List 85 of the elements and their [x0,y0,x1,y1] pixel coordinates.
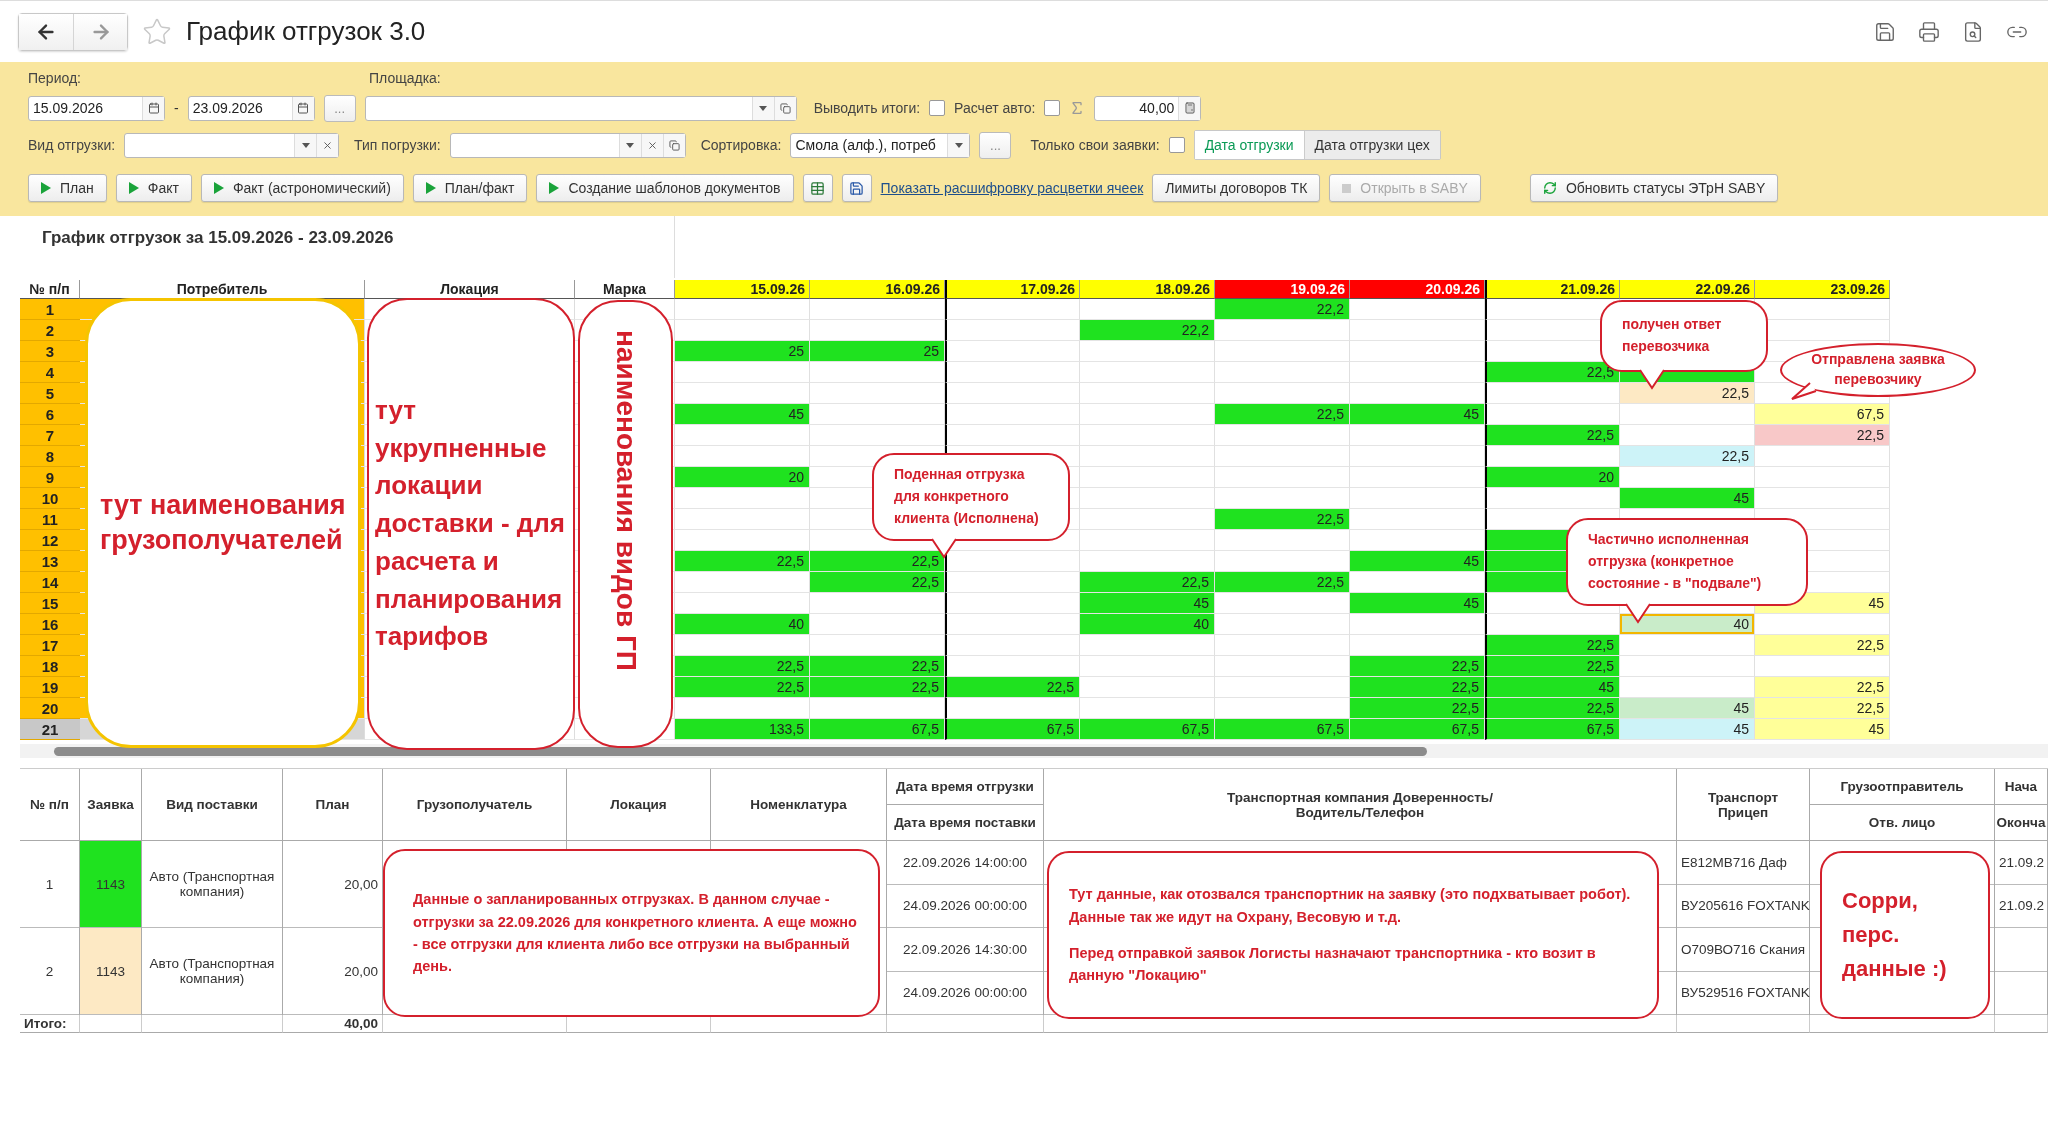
table-cell: 2 [20,928,79,1015]
total-label: Итого: [20,1015,80,1033]
column-header: Дата время отгрузки [887,769,1043,805]
column-header: Дата время поставки [887,805,1043,841]
own-only-label: Только свои заявки: [1030,137,1160,153]
column-header: Номенклатура [711,769,886,841]
row-number: 15 [20,593,80,614]
column-header: № п/п [20,280,80,299]
table-cell: 22.09.2026 14:30:00 [887,928,1043,972]
date-header: 17.09.26 [945,280,1080,299]
callout-tooltip: Частично исполненная отгрузка (конкретное состояние - в "подвале") [1566,518,1808,606]
column-header: Отв. лицо [1810,805,1994,841]
column-header: Нача [1995,769,2047,805]
report-title: График отгрузок за 15.09.2026 - 23.09.2026 [20,216,675,278]
column-header: Оконча [1995,805,2047,841]
column-header: Грузополучатель [383,769,566,841]
row-number: 17 [20,635,80,656]
column-header: Транспорт Прицеп [1677,769,1809,841]
date-header: 19.09.26 [1215,280,1350,299]
row-number: 7 [20,425,80,446]
sort-label: Сортировка: [700,137,782,153]
column-header: Транспортная компания Доверенность/Водитель/Телефон [1044,769,1676,841]
auto-calc-label: Расчет авто: [954,100,1036,116]
row-number: 19 [20,677,80,698]
row-number: 3 [20,341,80,362]
row-number: 5 [20,383,80,404]
callout-tooltip: тут наименования грузополучателей [85,298,361,748]
date-header: 23.09.26 [1755,280,1890,299]
column-header: Потребитель [80,280,365,299]
column-header: План [283,769,382,841]
callout-tooltip: Поденная отгрузка для конкретного клиента (Исполнена) [872,453,1070,541]
table-cell: Е812МВ716 Даф [1677,841,1809,885]
date-header: 18.09.26 [1080,280,1215,299]
loading-type-label: Тип погрузки: [354,137,441,153]
callout-tooltip: Сорри, перс. данные :) [1820,851,1990,1019]
total-value: 40,00 [283,1015,383,1033]
column-header: Марка [575,280,675,299]
column-header: Локация [567,769,710,841]
table-cell: 21.09.2 [1995,841,2047,885]
callout-tooltip: тут укрупненные локации доставки - для расчета и планирования тарифов [367,298,575,750]
row-number: 1 [20,299,80,320]
row-number: 10 [20,488,80,509]
row-number: 2 [20,320,80,341]
row-number: 14 [20,572,80,593]
callout-tooltip: Данные о запланированных отгрузках. В данном случае - отгрузки за 22.09.2026 для конкретного клиента. А еще можно - все отгрузки для клиента либо все отгрузки на выбранный день. [383,849,880,1017]
table-cell: О709ВО716 Скания [1677,928,1809,972]
date-header: 20.09.26 [1350,280,1485,299]
period-label: Период: [28,70,82,86]
row-number: 9 [20,467,80,488]
row-number: 12 [20,530,80,551]
table-cell: Авто (Транспортная компания) [142,841,282,928]
row-number: 18 [20,656,80,677]
table-cell: ВУ205616 FOXTANK [1677,884,1809,928]
row-number: 16 [20,614,80,635]
column-header: № п/п [20,769,79,841]
date-header: 15.09.26 [675,280,810,299]
column-header: Грузоотправитель [1810,769,1994,805]
row-number: 21 [20,719,80,740]
column-header: Локация [365,280,575,299]
totals-label: Выводить итоги: [813,100,921,116]
date-header: 21.09.26 [1485,280,1620,299]
callout-tooltip: наименования видов ГП [578,300,673,748]
table-cell: 24.09.2026 00:00:00 [887,971,1043,1015]
table-cell: 22.09.2026 14:00:00 [887,841,1043,885]
callout-tooltip: Тут данные, как отозвался транспортник на заявку (это подхватывает робот). Данные так же идут на Охрану, Весовую и т.д. Перед отправкой заявок Логисты назначают транспортника - кто возит в данную "Локацию" [1047,851,1659,1019]
table-cell: 1 [20,841,79,928]
table-cell: 21.09.2 [1995,884,2047,928]
table-cell: 20,00 [283,928,382,1015]
window-title: График отгрузок 3.0 [186,16,426,47]
table-cell: ВУ529516 FOXTANK [1677,971,1809,1015]
row-number: 11 [20,509,80,530]
column-header: Вид поставки [142,769,282,841]
row-number: 4 [20,362,80,383]
row-number: 6 [20,404,80,425]
row-number: 8 [20,446,80,467]
date-header: 16.09.26 [810,280,945,299]
table-cell: 20,00 [283,841,382,928]
date-header: 22.09.26 [1620,280,1755,299]
shipment-type-label: Вид отгрузки: [28,137,116,153]
table-cell: 24.09.2026 00:00:00 [887,884,1043,928]
row-number: 13 [20,551,80,572]
range-dash: - [174,100,179,116]
site-label: Площадка: [369,70,441,86]
row-number: 20 [20,698,80,719]
table-cell: Авто (Транспортная компания) [142,928,282,1015]
